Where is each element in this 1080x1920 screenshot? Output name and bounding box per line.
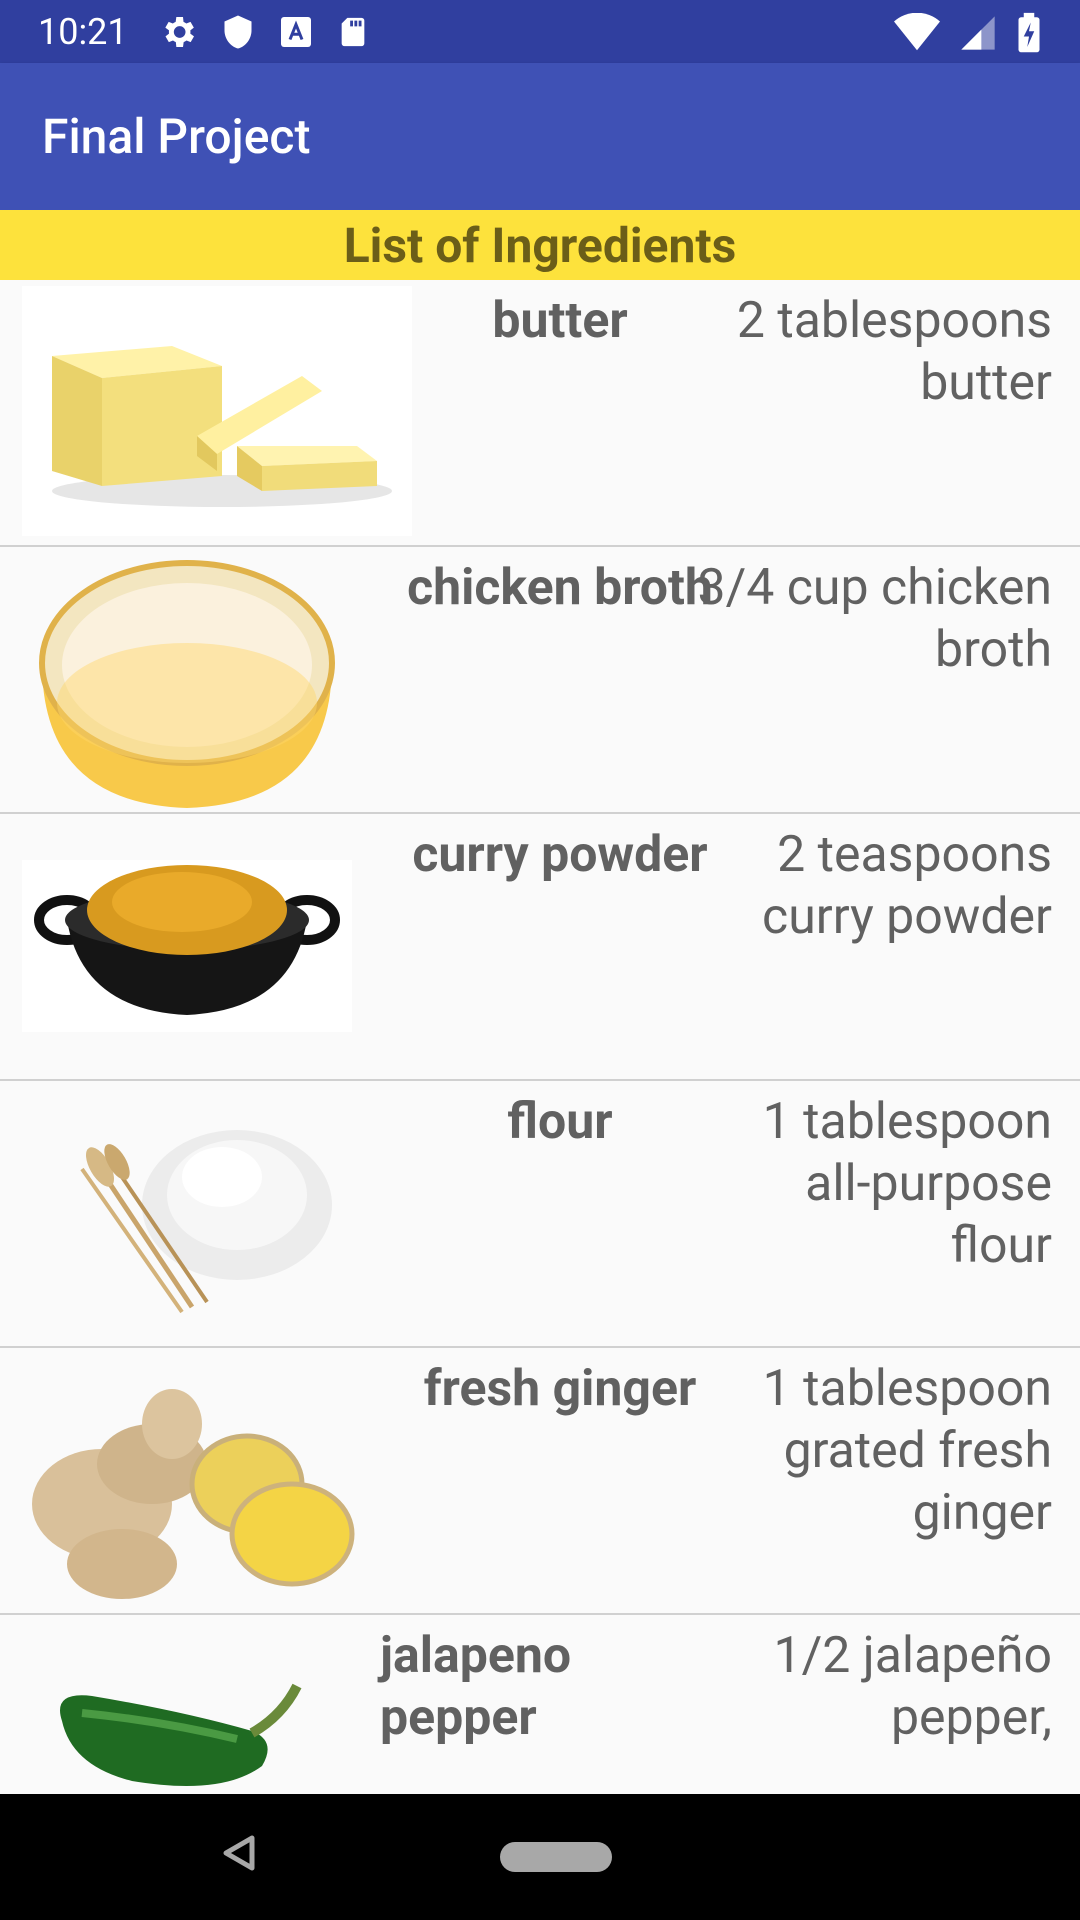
ginger-image [22, 1354, 412, 1604]
list-item[interactable]: butter 2 tablespoons butter [0, 280, 1080, 547]
ingredient-name: jalapeno pepper [380, 1627, 572, 1747]
navigation-bar [0, 1794, 1080, 1920]
ingredient-name: chicken broth [407, 559, 713, 617]
font-icon [278, 14, 314, 54]
status-icons-left [158, 12, 370, 56]
sd-card-icon [336, 12, 370, 56]
ingredient-quantity: 1/2 jalapeño pepper, [773, 1627, 1052, 1747]
list-item[interactable]: chicken broth 3/4 cup chicken broth [0, 547, 1080, 814]
status-time: 10:21 [38, 11, 128, 53]
settings-icon [158, 12, 198, 56]
list-item[interactable]: flour 1 tablespoon all-purpose flour [0, 1081, 1080, 1348]
app-bar: Final Project [0, 63, 1080, 210]
curry-powder-image [22, 820, 412, 1070]
butter-image [22, 286, 412, 536]
ingredient-quantity: 1 tablespoon all-purpose flour [762, 1093, 1052, 1275]
list-item[interactable]: curry powder 2 teaspoons curry powder [0, 814, 1080, 1081]
jalapeno-image [22, 1621, 412, 1794]
signal-icon [958, 13, 998, 57]
ingredient-quantity: 3/4 cup chicken broth [697, 559, 1052, 679]
home-button[interactable] [500, 1842, 612, 1872]
shield-icon [220, 12, 256, 56]
ingredient-name: flour [507, 1093, 613, 1151]
status-bar: 10:21 [0, 0, 1080, 63]
ingredient-quantity: 1 tablespoon grated fresh ginger [762, 1360, 1052, 1542]
ingredient-name: fresh ginger [423, 1360, 697, 1418]
status-icons-right [894, 12, 1042, 58]
ingredient-name: butter [492, 292, 628, 350]
list-item[interactable]: fresh ginger 1 tablespoon grated fresh g… [0, 1348, 1080, 1615]
battery-icon [1016, 12, 1042, 58]
list-header-title: List of Ingredients [343, 216, 737, 274]
ingredient-quantity: 2 teaspoons curry powder [762, 826, 1052, 946]
app-title: Final Project [42, 108, 311, 165]
list-item[interactable]: jalapeno pepper 1/2 jalapeño pepper, [0, 1615, 1080, 1794]
wifi-icon [894, 12, 940, 57]
list-header: List of Ingredients [0, 210, 1080, 280]
flour-image [22, 1087, 412, 1337]
chicken-broth-image [22, 553, 412, 808]
ingredient-list[interactable]: butter 2 tablespoons butter chicken brot… [0, 280, 1080, 1794]
back-button[interactable] [222, 1834, 256, 1876]
ingredient-name: curry powder [412, 826, 708, 884]
ingredient-quantity: 2 tablespoons butter [736, 292, 1052, 412]
